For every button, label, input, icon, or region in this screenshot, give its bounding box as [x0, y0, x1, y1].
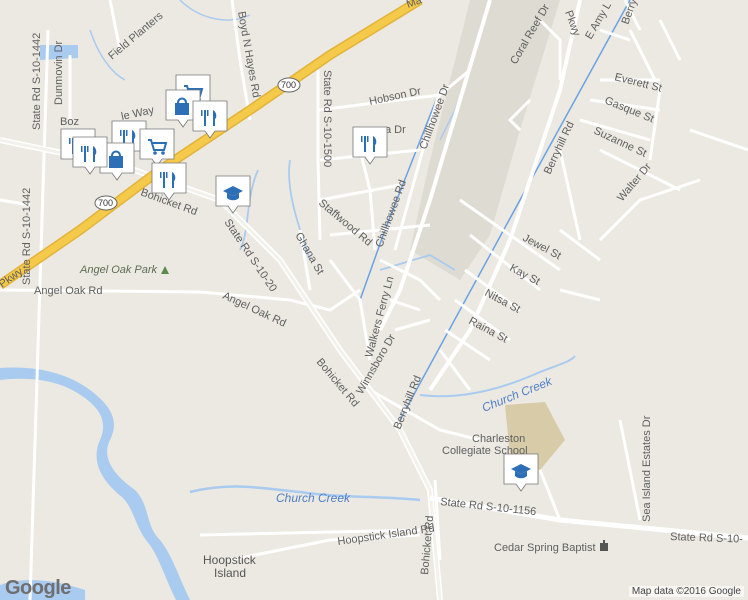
- place-label-angel-oak-park: Angel Oak Park: [79, 264, 158, 276]
- svg-text:700: 700: [98, 198, 113, 208]
- water-label-church-creek-bottom: Church Creek: [276, 491, 351, 505]
- road-label-state-rd-1442-mid: State Rd S-10-1442: [21, 188, 33, 285]
- road-label-a-dr: a Dr: [385, 124, 406, 136]
- svg-text:700: 700: [281, 80, 296, 90]
- road-label-state-rd-1156-right: State Rd S-10-: [670, 531, 743, 546]
- map-canvas[interactable]: 700 700 State Rd S-10-1442 State Rd S-10…: [0, 0, 748, 600]
- map-attribution: Map data ©2016 Google: [628, 586, 744, 597]
- place-label-cedar-spring: Cedar Spring Baptist: [494, 542, 596, 554]
- road-label-sea-island-estates: Sea Island Estates Dr: [641, 415, 653, 522]
- road-label-boz: Boz: [60, 116, 79, 128]
- road-label-angel-oak-left: Angel Oak Rd: [34, 285, 102, 297]
- route-shield-700-left: 700: [94, 195, 118, 211]
- route-shield-700-top: 700: [277, 77, 301, 93]
- road-label-dunmovin: Dunmovin Dr: [53, 40, 65, 105]
- place-label-charleston-1: Charleston: [472, 433, 525, 445]
- road-label-state-rd-1500: State Rd S-10-1500: [321, 70, 333, 167]
- place-label-hoopstick-1: Hoopstick: [203, 553, 257, 567]
- road-label-state-rd-1442-top: State Rd S-10-1442: [31, 33, 43, 130]
- google-logo[interactable]: Google: [5, 577, 71, 600]
- map-background: [0, 0, 748, 600]
- place-label-hoopstick-2: Island: [214, 566, 246, 580]
